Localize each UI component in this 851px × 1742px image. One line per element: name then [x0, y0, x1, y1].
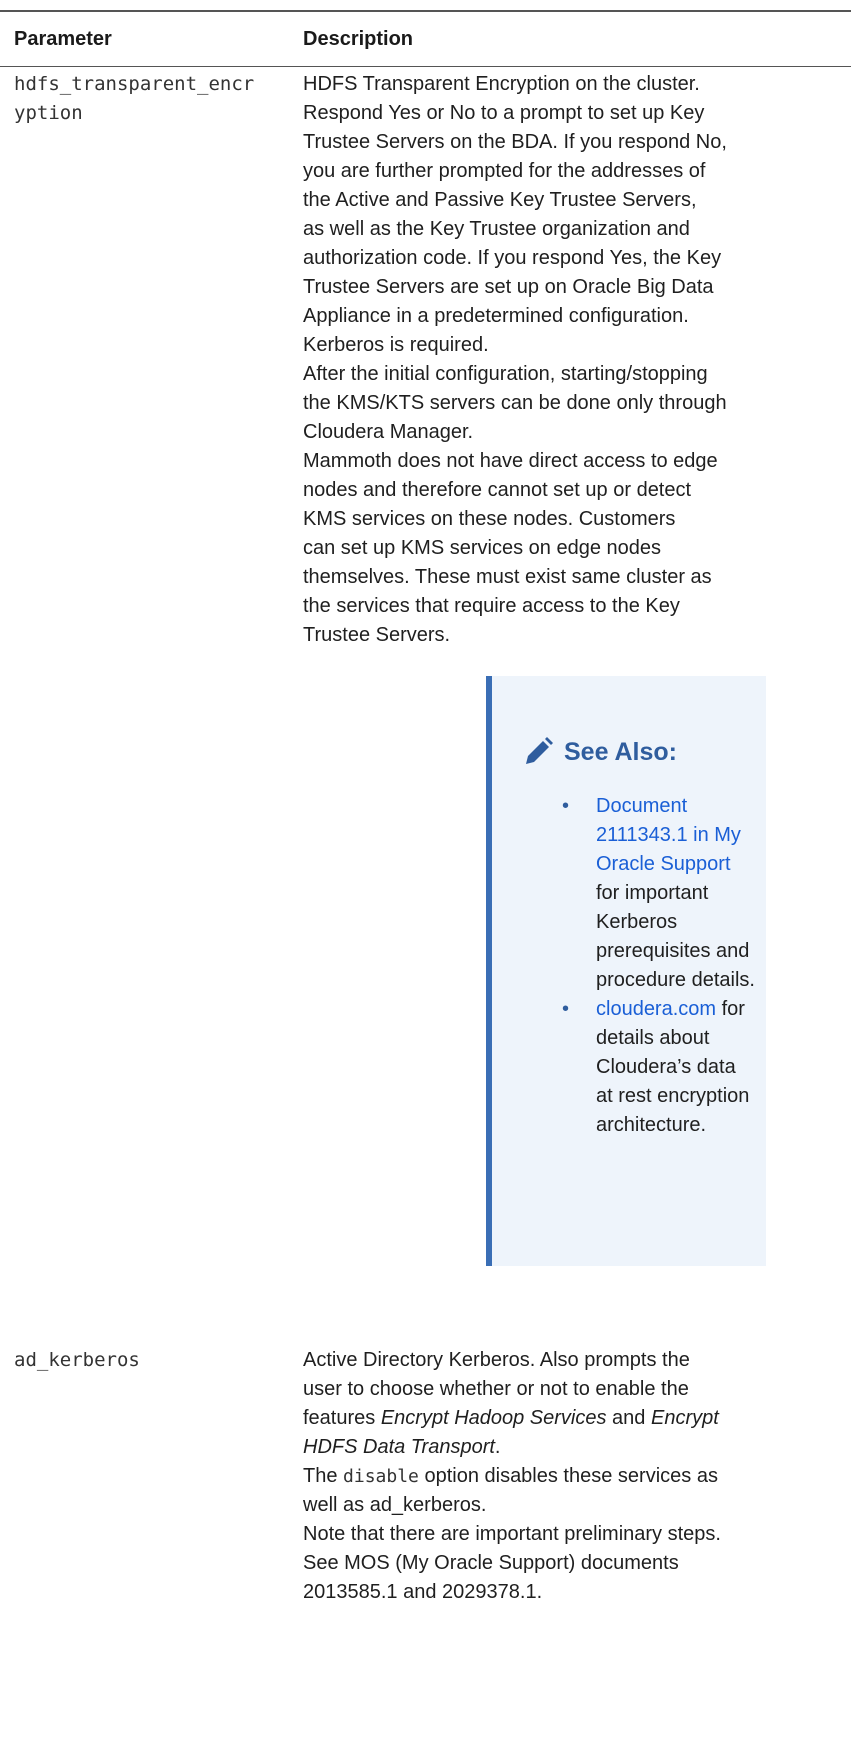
desc-ad-kerberos: Active Directory Kerberos. Also prompts …	[303, 1346, 773, 1607]
desc-line: 2013585.1 and 2029378.1.	[303, 1581, 543, 1603]
desc-line: as well as the Key Trustee organization …	[303, 218, 690, 240]
desc-line: HDFS Data Transport.	[303, 1433, 773, 1462]
desc-line: Note that there are important preliminar…	[303, 1523, 721, 1545]
desc-line: you are further prompted for the address…	[303, 160, 706, 182]
link-cloudera[interactable]: cloudera.com	[596, 998, 716, 1020]
desc-line: Trustee Servers.	[303, 624, 451, 646]
desc-line: See MOS (My Oracle Support) documents	[303, 1552, 679, 1574]
desc-line: features Encrypt Hadoop Services and Enc…	[303, 1404, 773, 1433]
desc-line: The disable option disables these servic…	[303, 1462, 773, 1491]
desc-line: user to choose whether or not to enable …	[303, 1378, 689, 1400]
param-ad-kerberos: ad_kerberos	[14, 1349, 140, 1371]
param-line: yption	[14, 102, 83, 124]
list-item: • Document 2111343.1 in My Oracle Suppor…	[492, 792, 756, 995]
text: features	[303, 1407, 381, 1429]
desc-line: the Active and Passive Key Trustee Serve…	[303, 189, 697, 211]
link-document-2111343[interactable]: Document 2111343.1 in My Oracle Support	[596, 795, 741, 875]
desc-line: themselves. These must exist same cluste…	[303, 566, 712, 588]
desc-line: the KMS/KTS servers can be done only thr…	[303, 392, 727, 414]
desc-line: authorization code. If you respond Yes, …	[303, 247, 722, 269]
desc-line: After the initial configuration, startin…	[303, 363, 708, 385]
desc-line: nodes and therefore cannot set up or det…	[303, 479, 692, 501]
desc-line: the services that require access to the …	[303, 595, 680, 617]
desc-line: KMS services on these nodes. Customers	[303, 508, 676, 530]
see-also-note: See Also: • Document 2111343.1 in My Ora…	[486, 676, 766, 1266]
header-description: Description	[303, 28, 414, 50]
desc-line: Appliance in a predetermined configurati…	[303, 305, 689, 327]
desc-line: can set up KMS services on edge nodes	[303, 537, 661, 559]
bullet-icon: •	[562, 998, 570, 1020]
table-top-rule	[0, 10, 851, 12]
list-item-text: for important Kerberos prerequisites and…	[596, 882, 755, 991]
bullet-icon: •	[562, 795, 570, 817]
desc-line: Trustee Servers on the BDA. If you respo…	[303, 131, 727, 153]
desc-line: Kerberos is required.	[303, 334, 489, 356]
code-disable: disable	[343, 1466, 419, 1487]
desc-line: Trustee Servers are set up on Oracle Big…	[303, 276, 714, 298]
text: option disables these services as	[418, 1465, 718, 1487]
feature-name: HDFS Data Transport	[303, 1436, 495, 1458]
pencil-icon	[526, 737, 553, 764]
desc-line: Cloudera Manager.	[303, 421, 474, 443]
header-parameter: Parameter	[14, 28, 112, 50]
note-heading: See Also:	[522, 736, 677, 768]
text: and	[606, 1407, 651, 1429]
see-also-list: • Document 2111343.1 in My Oracle Suppor…	[492, 792, 756, 1140]
text: The	[303, 1465, 344, 1487]
desc-hdfs-transparent-encryption: HDFS Transparent Encryption on the clust…	[303, 70, 773, 650]
text: .	[494, 1436, 501, 1458]
desc-line: Respond Yes or No to a prompt to set up …	[303, 102, 705, 124]
param-line: hdfs_transparent_encr	[14, 73, 255, 95]
feature-name: Encrypt Hadoop Services	[380, 1407, 607, 1429]
desc-line: HDFS Transparent Encryption on the clust…	[303, 73, 700, 95]
header-rule	[0, 66, 851, 67]
note-title: See Also:	[564, 738, 678, 766]
desc-line: well as ad_kerberos.	[303, 1494, 487, 1516]
desc-line: Active Directory Kerberos. Also prompts …	[303, 1349, 690, 1371]
desc-line: Mammoth does not have direct access to e…	[303, 450, 718, 472]
feature-name: Encrypt	[650, 1407, 719, 1429]
param-hdfs-transparent-encryption: hdfs_transparent_encr yption	[14, 70, 254, 128]
list-item: • cloudera.com for details about Clouder…	[492, 995, 756, 1140]
